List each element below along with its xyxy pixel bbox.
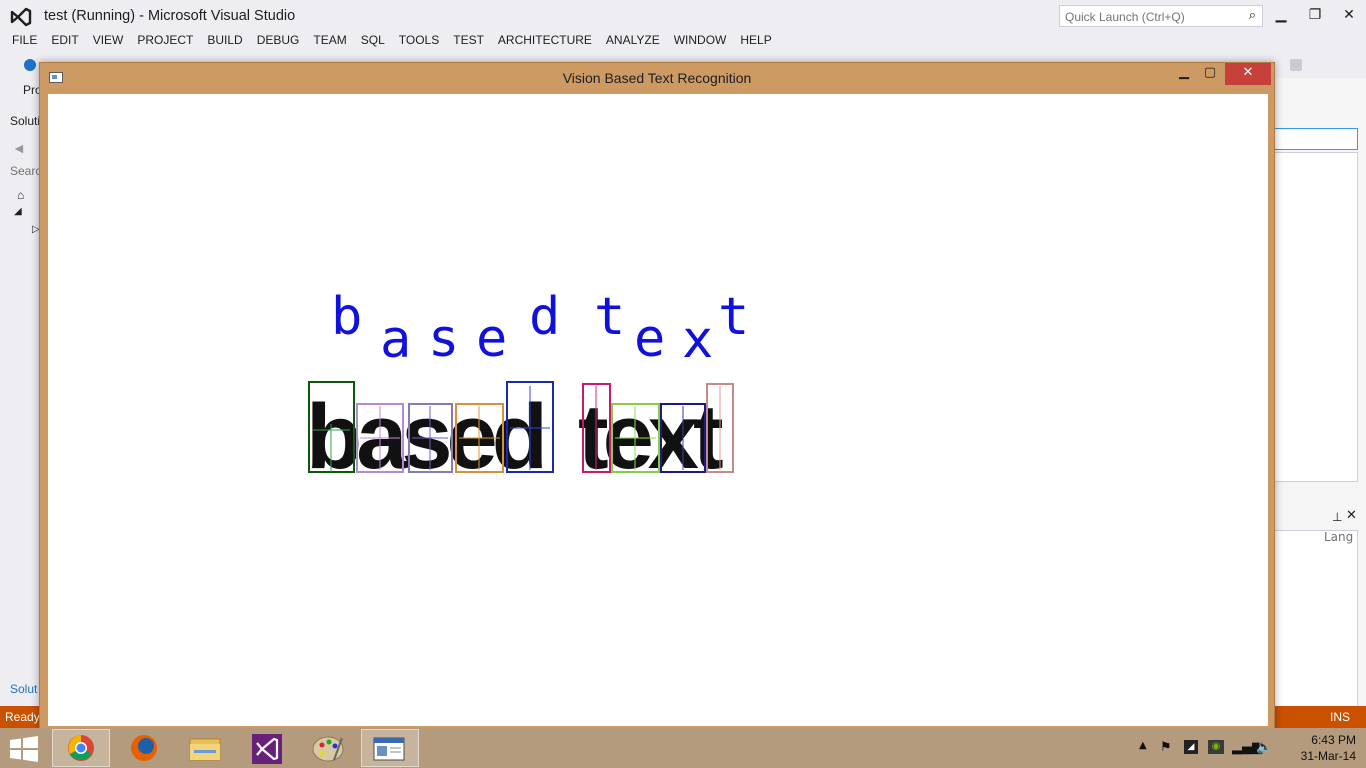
app-close-button[interactable]: ✕: [1225, 63, 1271, 85]
status-ins: INS: [1329, 710, 1350, 724]
back-navigation-icon[interactable]: [24, 59, 36, 71]
menu-test[interactable]: TEST: [446, 31, 491, 51]
recognized-letter: t: [718, 287, 749, 347]
taskbar-file-explorer[interactable]: [175, 729, 233, 767]
windows-taskbar: ▲ ⚑ ◢ ◉ ▂▄▆ 🔈 6:43 PM 31-Mar-14: [0, 728, 1366, 768]
menu-build[interactable]: BUILD: [200, 31, 249, 51]
app-window-icon: [373, 737, 405, 761]
action-center-flag-icon[interactable]: ⚑: [1160, 740, 1172, 755]
recognized-letter: d: [529, 287, 560, 347]
vs-close-button[interactable]: ✕: [1332, 4, 1366, 26]
nav-back-icon[interactable]: ◄: [12, 140, 26, 156]
visual-studio-icon: [252, 734, 282, 764]
tree-collapse-icon[interactable]: ◢: [14, 206, 22, 217]
recognized-letter: e: [634, 309, 665, 369]
search-icon[interactable]: ⌕: [1249, 8, 1256, 23]
recognition-canvas: b a s e d t e x t based text: [306, 287, 749, 488]
home-icon[interactable]: ⌂: [17, 188, 24, 202]
windows-start-icon[interactable]: [8, 736, 40, 762]
menu-window[interactable]: WINDOW: [667, 31, 734, 51]
folder-icon: [189, 738, 221, 761]
menu-team[interactable]: TEAM: [306, 31, 353, 51]
taskbar-visual-studio[interactable]: [237, 729, 295, 767]
quick-launch-input[interactable]: [1060, 7, 1235, 27]
app-maximize-button[interactable]: ▢: [1197, 63, 1223, 85]
menu-architecture[interactable]: ARCHITECTURE: [491, 31, 599, 51]
show-hidden-icons-icon[interactable]: ▲: [1139, 740, 1147, 751]
taskbar-vision-app[interactable]: [361, 729, 419, 767]
clock-date: 31-Mar-14: [1300, 749, 1356, 763]
recognized-letter: s: [428, 309, 459, 369]
menu-project[interactable]: PROJECT: [130, 31, 200, 51]
vs-menubar: FILE EDIT VIEW PROJECT BUILD DEBUG TEAM …: [0, 31, 1366, 51]
clock-time: 6:43 PM: [1311, 733, 1356, 747]
vs-minimize-button[interactable]: ▁: [1264, 4, 1298, 26]
vs-right-panel: Lang ⊥ ✕: [1274, 78, 1366, 710]
taskbar-paint[interactable]: [299, 729, 357, 767]
menu-file[interactable]: FILE: [5, 31, 44, 51]
app-titlebar[interactable]: Vision Based Text Recognition ▁ ▢ ✕: [40, 63, 1274, 93]
right-lower-pane: [1274, 530, 1358, 710]
volume-icon[interactable]: 🔈: [1256, 740, 1272, 755]
app-window: Vision Based Text Recognition ▁ ▢ ✕ b a …: [39, 62, 1275, 732]
nvidia-icon[interactable]: ◉: [1208, 740, 1224, 754]
menu-help[interactable]: HELP: [733, 31, 778, 51]
panel-pin-icon[interactable]: ⊥: [1332, 510, 1342, 524]
quick-launch-box[interactable]: ⌕: [1059, 5, 1263, 27]
toolbar-icon[interactable]: [1290, 59, 1302, 71]
vs-restore-button[interactable]: ❐: [1298, 4, 1332, 26]
menu-tools[interactable]: TOOLS: [392, 31, 446, 51]
lang-column-header: Lang: [1324, 530, 1354, 544]
app-window-title: Vision Based Text Recognition: [562, 70, 752, 86]
app-minimize-button[interactable]: ▁: [1171, 63, 1197, 85]
recognized-letter: a: [380, 310, 411, 370]
right-document-area: [1274, 152, 1358, 482]
menu-debug[interactable]: DEBUG: [250, 31, 307, 51]
recognized-letter: x: [682, 310, 713, 370]
vs-window-title: test (Running) - Microsoft Visual Studio: [44, 8, 296, 24]
solution-explorer-header: Soluti: [10, 114, 41, 128]
vs-titlebar: test (Running) - Microsoft Visual Studio…: [0, 0, 1366, 32]
menu-analyze[interactable]: ANALYZE: [599, 31, 667, 51]
recognized-letter: e: [476, 309, 507, 369]
right-dropdown[interactable]: [1274, 128, 1358, 150]
status-ready: Ready: [5, 710, 40, 724]
recognized-letter: b: [331, 287, 362, 347]
menu-sql[interactable]: SQL: [354, 31, 392, 51]
visual-studio-logo-icon: [10, 7, 32, 27]
chrome-icon: [68, 735, 94, 761]
firefox-icon: [131, 735, 157, 761]
tray-app-icon[interactable]: ◢: [1184, 740, 1198, 754]
solution-explorer-tab[interactable]: Solut: [10, 682, 37, 696]
taskbar-firefox[interactable]: [113, 729, 171, 767]
recognition-canvas-area: b a s e d t e x t based text: [48, 94, 1268, 726]
taskbar-clock[interactable]: 6:43 PM 31-Mar-14: [1301, 732, 1356, 764]
taskbar-chrome[interactable]: [52, 729, 110, 767]
panel-close-icon[interactable]: ✕: [1346, 508, 1357, 523]
menu-view[interactable]: VIEW: [86, 31, 131, 51]
menu-edit[interactable]: EDIT: [44, 31, 85, 51]
recognized-letter: t: [594, 287, 625, 347]
solution-search-input[interactable]: Searc: [10, 164, 41, 178]
solution-explorer-panel: Pro Soluti ◄ Searc ⌂ ◢ ▷ Solut: [0, 78, 42, 708]
paint-palette-icon: [312, 736, 344, 762]
